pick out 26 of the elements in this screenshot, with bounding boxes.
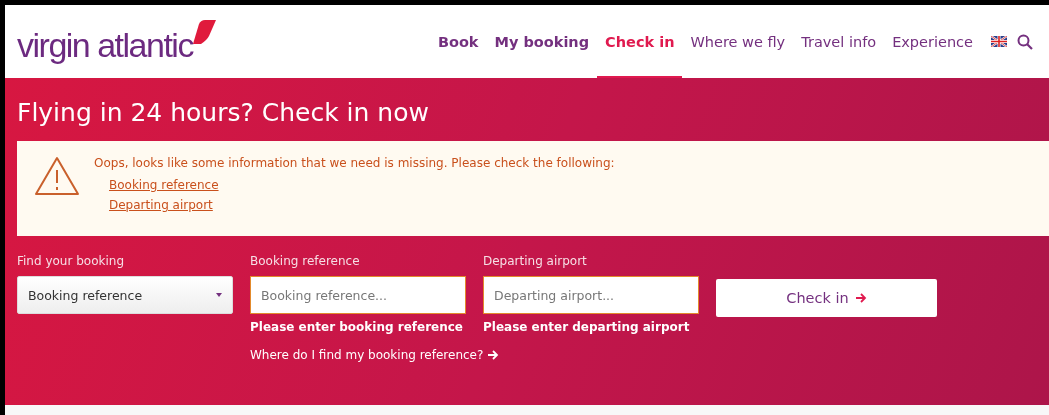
- search-icon[interactable]: [1017, 33, 1033, 50]
- field-label: Find your booking: [17, 254, 125, 268]
- input-field[interactable]: Booking reference...: [250, 276, 466, 314]
- nav-link[interactable]: Where we fly: [682, 5, 794, 78]
- help-link[interactable]: Where do I find my booking reference?: [250, 348, 500, 362]
- alert-message: Oops, looks like some information that we need is missing. Please check the following:: [94, 156, 615, 170]
- nav-link[interactable]: Travel info: [793, 5, 885, 78]
- nav-link[interactable]: Experience: [884, 5, 981, 78]
- nav-link[interactable]: Book: [429, 5, 487, 78]
- check-in-button[interactable]: Check in: [716, 279, 937, 317]
- error-link[interactable]: Booking reference: [109, 178, 219, 192]
- input-field[interactable]: Departing airport...: [483, 276, 699, 314]
- arrow-icon: [854, 292, 867, 304]
- error-message: Please enter departing airport: [483, 320, 691, 334]
- logo-text[interactable]: virgin atlantic: [17, 26, 193, 65]
- error-message: Please enter booking reference: [250, 320, 464, 334]
- flag-icon[interactable]: [991, 36, 1007, 47]
- booking-type-dropdown[interactable]: Booking reference: [17, 276, 233, 314]
- arrow-icon: [487, 349, 500, 361]
- warning-icon: [34, 156, 80, 196]
- error-link[interactable]: Departing airport: [109, 198, 213, 212]
- field-label: Booking reference: [250, 254, 361, 268]
- caret-icon: [216, 293, 222, 297]
- page-title: Flying in 24 hours? Check in now: [17, 97, 430, 129]
- nav-link[interactable]: My booking: [486, 5, 598, 78]
- field-label: Departing airport: [483, 254, 588, 268]
